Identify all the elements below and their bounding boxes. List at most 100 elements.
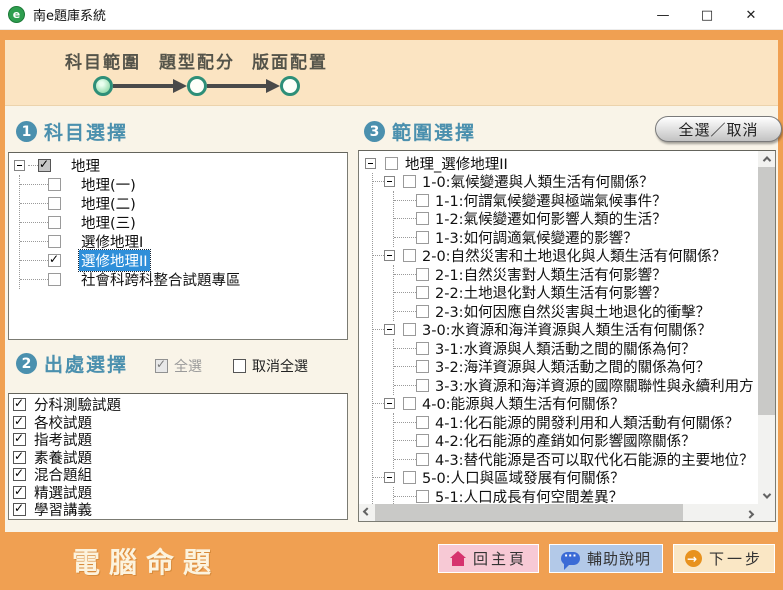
checkbox-unchecked[interactable] <box>48 197 61 210</box>
checkbox-unchecked[interactable] <box>416 231 429 244</box>
checkbox-unchecked[interactable] <box>48 178 61 191</box>
collapse-icon[interactable] <box>384 250 395 261</box>
checkbox-unchecked[interactable] <box>416 453 429 466</box>
checkbox-unchecked[interactable] <box>416 416 429 429</box>
source-list-item[interactable]: 學習講義 <box>13 501 347 519</box>
checkbox-unchecked[interactable] <box>416 490 429 503</box>
tree-item-label[interactable]: 地理(二) <box>79 193 138 214</box>
horizontal-scrollbar[interactable] <box>359 504 758 521</box>
range-chapter-item[interactable]: 4-0:能源與人類生活有何關係？ <box>373 395 760 414</box>
checkbox-unchecked[interactable] <box>385 157 398 170</box>
checkbox-unchecked[interactable] <box>48 235 61 248</box>
scroll-left-button[interactable] <box>359 504 375 521</box>
checkbox-unchecked[interactable] <box>233 359 246 373</box>
range-section-item[interactable]: 3-1:水資源與人類活動之間的關係為何？ <box>394 339 760 358</box>
collapse-icon[interactable] <box>365 158 376 169</box>
range-section-item[interactable]: 1-2:氣候變遷如何影響人類的生活？ <box>394 210 760 229</box>
collapse-icon[interactable] <box>384 324 395 335</box>
range-section-item[interactable]: 4-3:替代能源是否可以取代化石能源的主要地位？ <box>394 450 760 469</box>
vertical-scrollbar[interactable] <box>758 151 775 504</box>
deselect-all-checkbox[interactable]: 取消全選 <box>233 356 308 376</box>
checkbox-unchecked[interactable] <box>403 323 416 336</box>
checkbox-unchecked[interactable] <box>416 268 429 281</box>
select-all-checkbox[interactable]: 全選 <box>155 356 202 376</box>
subject-tree-item[interactable]: 社會科跨科整合試題專區 <box>20 270 347 289</box>
section-range-header: 3 範圍選擇 <box>364 118 476 145</box>
range-section-item[interactable]: 5-1:人口成長有何空間差異？ <box>394 487 760 506</box>
section-subject-header: 1 科目選擇 <box>16 118 128 145</box>
subject-tree-item[interactable]: 選修地理II <box>20 251 347 270</box>
collapse-icon[interactable] <box>384 176 395 187</box>
range-section-item[interactable]: 4-2:化石能源的產銷如何影響國際關係？ <box>394 432 760 451</box>
range-section-item[interactable]: 1-3:如何調適氣候變遷的影響？ <box>394 228 760 247</box>
checkbox-unchecked[interactable] <box>416 305 429 318</box>
tree-item-label[interactable]: 社會科跨科整合試題專區 <box>79 269 243 290</box>
help-button[interactable]: 輔助說明 <box>549 544 663 573</box>
range-section-item[interactable]: 2-1:自然災害對人類生活有何影響？ <box>394 265 760 284</box>
collapse-icon[interactable] <box>14 160 25 171</box>
checkbox-unchecked[interactable] <box>48 216 61 229</box>
range-chapter-item[interactable]: 3-0:水資源和海洋資源與人類生活有何關係？ <box>373 321 760 340</box>
subject-tree-item[interactable]: 選修地理I <box>20 232 347 251</box>
tree-item-label[interactable]: 選修地理I <box>79 231 145 252</box>
checkbox-unchecked[interactable] <box>416 434 429 447</box>
chevron-left-icon <box>363 507 371 515</box>
checkbox-unchecked[interactable] <box>403 471 416 484</box>
maximize-button[interactable]: □ <box>685 0 729 30</box>
range-section-item[interactable]: 2-3:如何因應自然災害與土地退化的衝擊？ <box>394 302 760 321</box>
subject-tree-item[interactable]: 地理(一) <box>20 175 347 194</box>
checkbox-checked[interactable] <box>13 503 26 516</box>
checkbox-unchecked[interactable] <box>416 360 429 373</box>
range-section-item[interactable]: 3-2:海洋資源與人類活動之間的關係為何？ <box>394 358 760 377</box>
checkbox-unchecked[interactable] <box>48 273 61 286</box>
vertical-scroll-thumb[interactable] <box>758 167 775 415</box>
checkbox-unchecked[interactable] <box>416 212 429 225</box>
footer-buttons: 回主頁 輔助說明 下一步 <box>438 544 775 573</box>
tree-item-label[interactable]: 地理(三) <box>79 212 138 233</box>
window-controls: — □ ✕ <box>641 0 773 30</box>
range-section-item[interactable]: 4-1:化石能源的開發利用和人類活動有何關係？ <box>394 413 760 432</box>
tree-item-label[interactable]: 地理 <box>69 155 102 176</box>
checkbox-unchecked[interactable] <box>403 249 416 262</box>
tree-item-label[interactable]: 地理(一) <box>79 174 138 195</box>
subject-tree-item[interactable]: 地理(三) <box>20 213 347 232</box>
checkbox-unchecked[interactable] <box>416 342 429 355</box>
range-chapter-item[interactable]: 1-0:氣候變遷與人類生活有何關係？ <box>373 173 760 192</box>
checkbox-unchecked[interactable] <box>403 397 416 410</box>
range-section-item[interactable]: 1-1:何謂氣候變遷與極端氣候事件？ <box>394 191 760 210</box>
checkbox-checked[interactable] <box>13 416 26 429</box>
checkbox-unchecked[interactable] <box>416 379 429 392</box>
range-tree-root[interactable]: 地理_選修地理II <box>359 154 760 173</box>
scroll-up-button[interactable] <box>758 151 775 167</box>
range-chapter-item[interactable]: 2-0:自然災害和土地退化與人類生活有何關係？ <box>373 247 760 266</box>
tree-item-label[interactable]: 5-1:人口成長有何空間差異？ <box>433 486 625 506</box>
checkbox-unchecked[interactable] <box>416 286 429 299</box>
minimize-button[interactable]: — <box>641 0 685 30</box>
checkbox-checked[interactable] <box>13 398 26 411</box>
tree-connector <box>394 440 416 441</box>
collapse-icon[interactable] <box>384 398 395 409</box>
horizontal-scroll-thumb[interactable] <box>375 504 683 521</box>
collapse-icon[interactable] <box>384 472 395 483</box>
scroll-down-button[interactable] <box>758 488 775 504</box>
checkbox-checked[interactable] <box>13 468 26 481</box>
checkbox-unchecked[interactable] <box>416 194 429 207</box>
range-section-item[interactable]: 3-3:水資源和海洋資源的國際關聯性與永續利用方 <box>394 376 760 395</box>
subject-tree-item[interactable]: 地理(二) <box>20 194 347 213</box>
checkbox-checked[interactable] <box>13 486 26 499</box>
checkbox-checked[interactable] <box>13 451 26 464</box>
range-section-item[interactable]: 2-2:土地退化對人類生活有何影響？ <box>394 284 760 303</box>
next-step-button[interactable]: 下一步 <box>673 544 775 573</box>
checkbox-checked[interactable] <box>13 433 26 446</box>
scroll-right-button[interactable] <box>742 504 758 521</box>
checkbox-partial[interactable] <box>38 159 51 172</box>
close-button[interactable]: ✕ <box>729 0 773 30</box>
checkbox-checked[interactable] <box>48 254 61 267</box>
checkbox-checked-disabled[interactable] <box>155 359 168 373</box>
toggle-select-all-button[interactable]: 全選／取消 <box>655 116 782 142</box>
range-chapter-item[interactable]: 5-0:人口與區域發展有何關係？ <box>373 469 760 488</box>
subject-tree-root[interactable]: 地理 <box>9 156 347 175</box>
home-button[interactable]: 回主頁 <box>438 544 539 573</box>
tree-item-label[interactable]: 選修地理II <box>79 250 150 271</box>
checkbox-unchecked[interactable] <box>403 175 416 188</box>
